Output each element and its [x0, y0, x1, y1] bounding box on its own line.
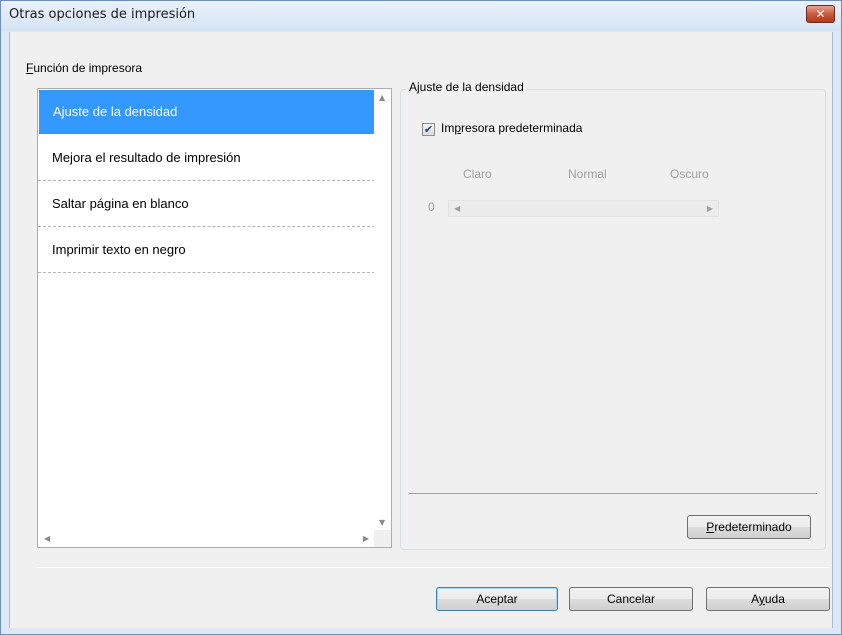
checkmark-icon: ✔: [423, 123, 434, 136]
list-item-black-text[interactable]: Imprimir texto en negro: [38, 227, 375, 273]
close-button[interactable]: ✕: [806, 5, 835, 23]
dialog-window: Otras opciones de impresión ✕ Función de…: [0, 0, 842, 635]
density-slider[interactable]: ◀ ▶: [448, 200, 719, 217]
list-item-density[interactable]: Ajuste de la densidad: [39, 90, 374, 134]
density-group-legend: Ajuste de la densidad: [406, 80, 527, 94]
dialog-body: Función de impresora Ajuste de la densid…: [9, 32, 833, 628]
scale-label-light: Claro: [463, 167, 492, 181]
group-separator: [409, 493, 817, 494]
title-bar: Otras opciones de impresión ✕: [1, 1, 841, 31]
slider-value: 0: [428, 200, 435, 214]
list-item-improve-print[interactable]: Mejora el resultado de impresión: [38, 135, 375, 181]
close-icon: ✕: [815, 7, 826, 21]
footer-separator: [37, 567, 830, 568]
help-button[interactable]: Ayuda: [706, 587, 830, 611]
default-printer-checkbox[interactable]: ✔: [422, 123, 435, 136]
list-horizontal-scrollbar[interactable]: ◀ ▶: [38, 530, 375, 547]
scroll-left-arrow-icon[interactable]: ◀: [44, 534, 50, 543]
scroll-corner: [374, 530, 391, 547]
scroll-right-arrow-icon[interactable]: ▶: [363, 534, 369, 543]
default-printer-label[interactable]: Impresora predeterminada: [441, 121, 582, 135]
list-item-skip-blank-page[interactable]: Saltar página en blanco: [38, 181, 375, 227]
printer-function-list[interactable]: Ajuste de la densidad Mejora el resultad…: [37, 88, 392, 548]
list-vertical-scrollbar[interactable]: ▲ ▼: [374, 89, 391, 531]
slider-right-arrow-icon[interactable]: ▶: [707, 204, 713, 213]
scroll-up-arrow-icon[interactable]: ▲: [379, 93, 385, 102]
printer-function-label: Función de impresora: [26, 61, 143, 75]
cancel-button[interactable]: Cancelar: [569, 587, 693, 611]
density-groupbox: [400, 89, 826, 550]
ok-button[interactable]: Aceptar: [436, 587, 558, 611]
scroll-down-arrow-icon[interactable]: ▼: [379, 518, 385, 527]
restore-default-button[interactable]: Predeterminado: [687, 515, 811, 539]
window-title: Otras opciones de impresión: [9, 7, 196, 22]
scale-label-dark: Oscuro: [670, 167, 709, 181]
scale-label-normal: Normal: [568, 167, 607, 181]
slider-left-arrow-icon[interactable]: ◀: [454, 204, 460, 213]
